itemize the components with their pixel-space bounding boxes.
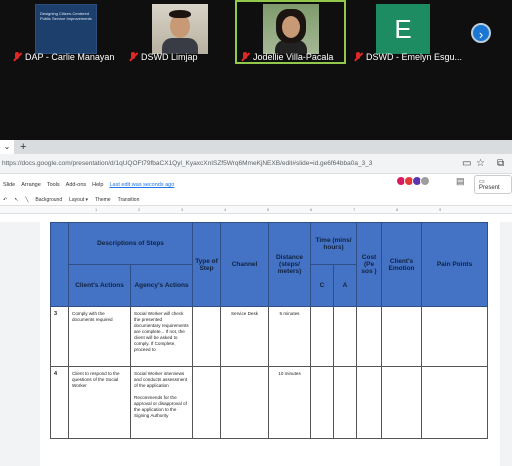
muted-mic-icon xyxy=(240,52,250,62)
participant-video-3 xyxy=(263,4,319,54)
shared-doc-thumb-text: Designing Citizen-Centered Public Servic… xyxy=(40,11,92,21)
docs-menu-bar: Slide Arrange Tools Add-ons Help Last ed… xyxy=(0,178,174,192)
menu-addons[interactable]: Add-ons xyxy=(66,182,87,188)
header-time: Time (mins/ hours) xyxy=(310,222,358,265)
type-cell[interactable] xyxy=(192,306,222,367)
participant-video-2 xyxy=(152,4,208,54)
participant-tile-4[interactable]: E DSWD - Emelyn Esgu... xyxy=(350,0,468,66)
present-button[interactable]: ▭ Present xyxy=(474,175,512,194)
collections-icon[interactable]: ⧉ xyxy=(497,158,504,169)
type-cell[interactable] xyxy=(192,366,222,439)
cost-cell[interactable] xyxy=(356,366,383,439)
client-action-cell[interactable]: Client to respond to the questions of th… xyxy=(68,366,131,439)
participant-name-2: DSWD Limjap xyxy=(128,52,198,62)
menu-tools[interactable]: Tools xyxy=(47,182,60,188)
participant-tile-1[interactable]: Designing Citizen-Centered Public Servic… xyxy=(12,0,122,66)
header-pain-points: Pain Points xyxy=(421,222,489,307)
header-a: A xyxy=(333,264,358,307)
header-client-actions: Client's Actions xyxy=(68,264,131,307)
time-c-cell[interactable] xyxy=(310,366,335,439)
slide[interactable]: Descriptions of Steps Type of Step Chann… xyxy=(40,222,500,466)
header-channel: Channel xyxy=(220,222,270,307)
agency-action-cell[interactable]: Social Worker will check the presented d… xyxy=(129,306,194,367)
slide-canvas[interactable]: Descriptions of Steps Type of Step Chann… xyxy=(0,222,512,466)
distance-cell[interactable]: 10 minutes xyxy=(268,366,312,439)
tab-bar: ⌄ + xyxy=(0,140,512,154)
cost-cell[interactable] xyxy=(356,306,383,367)
emotion-cell[interactable] xyxy=(381,306,423,367)
time-a-cell[interactable] xyxy=(333,306,358,367)
header-c: C xyxy=(310,264,335,307)
participant-name-4: DSWD - Emelyn Esgu... xyxy=(353,52,462,62)
customer-journey-table[interactable]: Descriptions of Steps Type of Step Chann… xyxy=(50,222,489,439)
header-agency-actions: Agency's Actions xyxy=(129,264,194,307)
toolbar-background[interactable]: Background xyxy=(35,197,62,203)
ruler: 1 2 3 4 5 6 7 8 9 xyxy=(0,206,512,214)
comments-icon[interactable]: ▤ xyxy=(456,176,465,187)
header-type: Type of Step xyxy=(192,222,222,307)
channel-cell[interactable]: Service Desk xyxy=(220,306,270,367)
emotion-cell[interactable] xyxy=(381,366,423,439)
meeting-participant-strip: Designing Citizen-Centered Public Servic… xyxy=(0,0,512,140)
muted-mic-icon xyxy=(353,52,363,62)
header-distance: Distance (steps/ meters) xyxy=(268,222,312,307)
table-row[interactable]: 3 Comply with the documents required Soc… xyxy=(50,306,489,367)
participant-name-1: DAP - Carlie Manayan xyxy=(12,52,114,62)
channel-cell[interactable] xyxy=(220,366,270,439)
toolbar-layout[interactable]: Layout ▾ xyxy=(69,197,88,203)
time-c-cell[interactable] xyxy=(310,306,335,367)
step-number: 3 xyxy=(50,306,69,367)
menu-slide[interactable]: Slide xyxy=(3,182,15,188)
undo-icon[interactable]: ↶ xyxy=(3,197,7,203)
distance-cell[interactable]: 5 minutes xyxy=(268,306,312,367)
last-edit-link[interactable]: Last edit was seconds ago xyxy=(109,182,174,188)
favorite-star-icon[interactable]: ☆ xyxy=(476,158,485,169)
cursor-icon[interactable]: ↖ xyxy=(14,197,18,203)
slides-toolbar: ↶ ↖ ╲ Background Layout ▾ Theme Transiti… xyxy=(0,194,512,206)
participant-name-3: Jodellie Villa-Pacala xyxy=(240,52,333,62)
participant-video-1: Designing Citizen-Centered Public Servic… xyxy=(35,4,97,54)
header-descriptions: Descriptions of Steps xyxy=(67,222,194,265)
reading-view-icon[interactable]: ▭ xyxy=(462,158,471,169)
url-text[interactable]: https://docs.google.com/presentation/d/1… xyxy=(0,160,450,167)
table-row[interactable]: 4 Client to respond to the questions of … xyxy=(50,366,489,439)
menu-help[interactable]: Help xyxy=(92,182,103,188)
header-cost: Cost (Pe sos ) xyxy=(356,222,383,307)
collaborator-avatars[interactable] xyxy=(396,176,430,186)
header-emotion: Client's Emotion xyxy=(381,222,423,307)
agency-action-cell[interactable]: Social Worker interviews and conducts as… xyxy=(129,366,194,439)
browser-window: ⌄ + https://docs.google.com/presentation… xyxy=(0,140,512,466)
tab-menu-chevron-icon[interactable]: ⌄ xyxy=(0,140,14,154)
muted-mic-icon xyxy=(128,52,138,62)
participant-initial-avatar: E xyxy=(376,4,430,54)
address-bar[interactable]: https://docs.google.com/presentation/d/1… xyxy=(0,154,512,174)
docs-header: Slide Arrange Tools Add-ons Help Last ed… xyxy=(0,174,512,194)
client-action-cell[interactable]: Comply with the documents required xyxy=(68,306,131,367)
next-participants-button[interactable]: › xyxy=(471,23,491,43)
collaborator-avatar[interactable] xyxy=(420,176,430,186)
toolbar-theme[interactable]: Theme xyxy=(95,197,111,203)
pain-points-cell[interactable] xyxy=(421,306,489,367)
participant-tile-3[interactable]: Jodellie Villa-Pacala xyxy=(237,0,345,66)
new-tab-button[interactable]: + xyxy=(14,141,32,153)
menu-arrange[interactable]: Arrange xyxy=(21,182,41,188)
time-a-cell[interactable] xyxy=(333,366,358,439)
participant-tile-2[interactable]: DSWD Limjap xyxy=(125,0,235,66)
toolbar-transition[interactable]: Transition xyxy=(118,197,140,203)
pain-points-cell[interactable] xyxy=(421,366,489,439)
muted-mic-icon xyxy=(12,52,22,62)
header-num xyxy=(50,222,69,307)
step-number: 4 xyxy=(50,366,69,439)
line-icon[interactable]: ╲ xyxy=(25,197,28,203)
